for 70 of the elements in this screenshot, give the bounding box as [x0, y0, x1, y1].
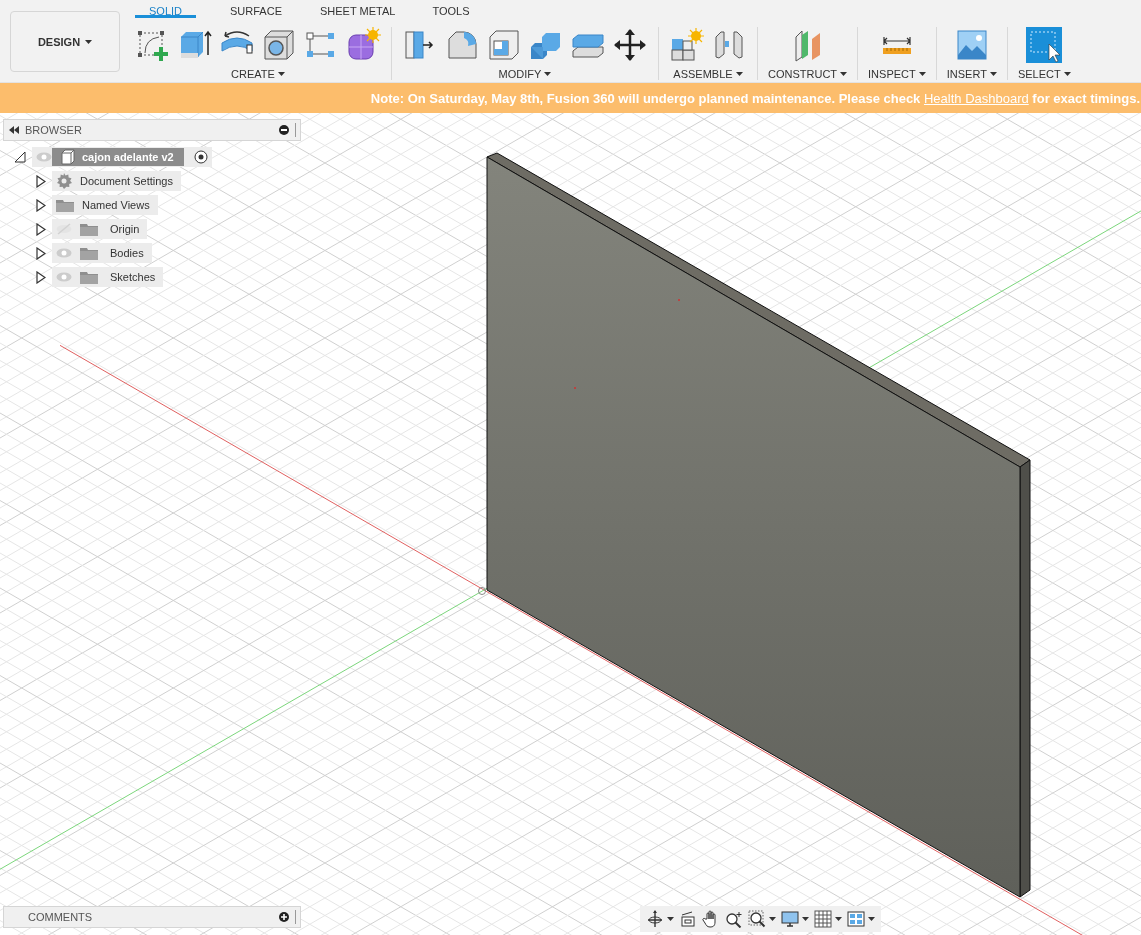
collapsed-triangle-icon[interactable] [36, 174, 46, 188]
active-radio-icon[interactable] [193, 150, 208, 164]
workspace-menu-button[interactable]: DESIGN [10, 11, 120, 72]
group-menu-button[interactable]: SELECT [1017, 68, 1071, 80]
grid-icon[interactable] [814, 910, 832, 928]
zoom-icon[interactable] [725, 910, 743, 928]
folder-icon [80, 246, 98, 260]
new-component-icon[interactable] [669, 27, 705, 63]
group-menu-button[interactable]: CREATE [231, 68, 285, 80]
browser-item[interactable]: Bodies [52, 243, 152, 263]
maintenance-notice: Note: On Saturday, May 8th, Fusion 360 will undergo planned maintenance. Please check Health Dashboard for exact timings. [370, 90, 1140, 106]
plate-drawing[interactable] [486, 152, 1031, 898]
browser-item[interactable]: Document Settings [52, 171, 181, 191]
monitor-icon[interactable] [781, 910, 799, 928]
caret-icon [868, 917, 875, 921]
item-label: Sketches [110, 271, 156, 283]
gear-icon [56, 173, 72, 189]
minus-circle-icon[interactable] [279, 125, 289, 135]
form-cube-icon[interactable] [345, 27, 381, 63]
origin-icon[interactable] [478, 587, 486, 595]
browser-item[interactable]: Origin [52, 219, 148, 239]
group-menu-button[interactable]: ASSEMBLE [673, 68, 743, 80]
item-label: Origin [110, 223, 140, 235]
caret-icon [840, 72, 848, 76]
toolbar-tab[interactable]: SURFACE [218, 0, 294, 18]
caret-icon [667, 917, 674, 921]
caret-icon [835, 917, 842, 921]
collapsed-triangle-icon[interactable] [36, 198, 46, 212]
hole-cube-icon[interactable] [261, 27, 297, 63]
folder-icon [80, 270, 98, 284]
browser-title: BROWSER [25, 124, 82, 136]
caret-icon [735, 72, 743, 76]
folder-icon [80, 222, 98, 236]
shell-icon[interactable] [486, 27, 522, 63]
caret-icon [802, 917, 809, 921]
toolbar-tab[interactable]: TOOLS [420, 0, 482, 18]
plus-circle-icon[interactable] [279, 912, 289, 922]
group-menu-button[interactable]: MODIFY [498, 68, 552, 80]
browser-item[interactable]: Sketches [52, 267, 164, 287]
expanded-triangle-icon[interactable] [14, 151, 26, 163]
select-cursor-icon[interactable] [1026, 27, 1063, 63]
component-name: cajon adelante v2 [52, 148, 184, 166]
caret-icon [277, 72, 285, 76]
component-icon [60, 149, 76, 165]
group-menu-button[interactable]: INSERT [946, 68, 997, 80]
folder-icon [56, 198, 74, 212]
move-arrows-icon[interactable] [612, 27, 648, 63]
item-label: Document Settings [80, 175, 173, 187]
group-menu-button[interactable]: CONSTRUCT [768, 68, 848, 80]
item-label: Bodies [110, 247, 144, 259]
viewports-icon[interactable] [847, 910, 865, 928]
zoom-window-icon[interactable] [748, 910, 766, 928]
collapsed-triangle-icon[interactable] [36, 222, 46, 236]
toolbar-tab[interactable]: SOLID [135, 0, 196, 18]
collapse-icon[interactable] [9, 126, 19, 134]
caret-icon [989, 72, 997, 76]
browser-item[interactable]: Named Views [52, 195, 158, 215]
caret-icon [918, 72, 926, 76]
comments-title: COMMENTS [28, 911, 93, 923]
caret-icon [85, 39, 93, 44]
caret-icon [1063, 72, 1071, 76]
caret-icon [769, 917, 776, 921]
orbit-icon[interactable] [646, 910, 664, 928]
item-label: Named Views [82, 199, 150, 211]
group-menu-button[interactable]: INSPECT [868, 68, 926, 80]
collapsed-triangle-icon[interactable] [36, 270, 46, 284]
caret-icon [544, 72, 552, 76]
look-at-icon[interactable] [679, 910, 697, 928]
toolbar-tab[interactable]: SHEET METAL [308, 0, 408, 18]
collapsed-triangle-icon[interactable] [36, 246, 46, 260]
